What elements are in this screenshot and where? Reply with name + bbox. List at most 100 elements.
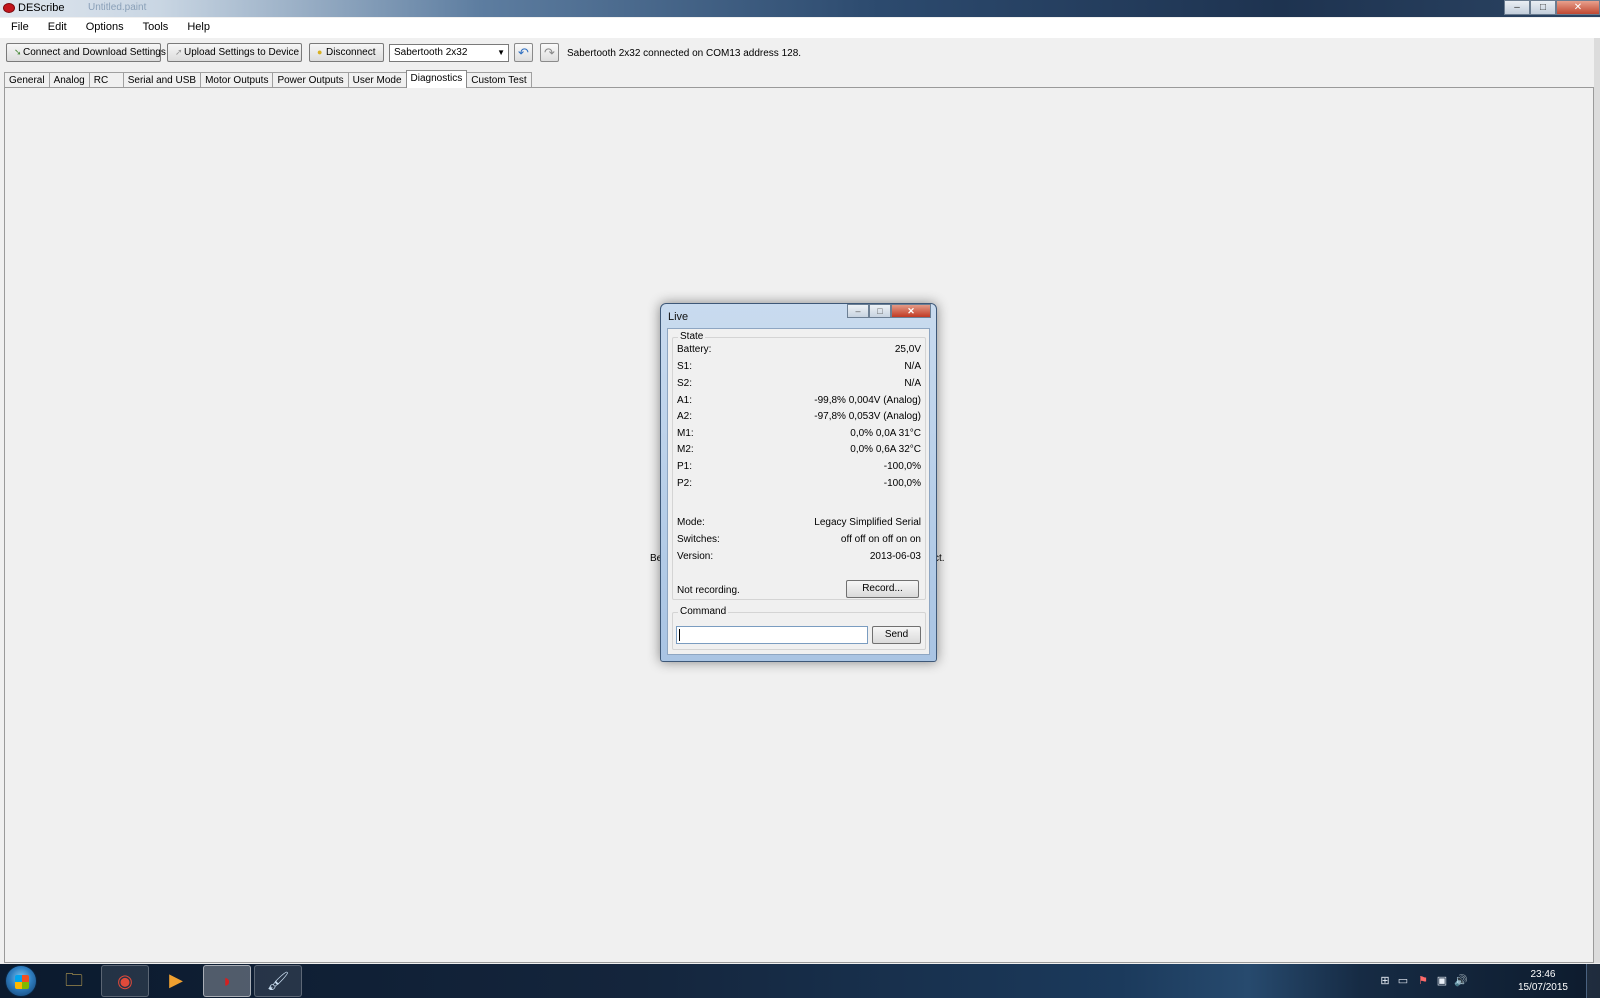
windows-flag-icon[interactable]: ⊞ — [1378, 974, 1392, 988]
state-key: M2: — [677, 444, 694, 455]
dropdown-arrow-icon: ▼ — [497, 48, 505, 57]
record-button[interactable]: Record... — [846, 580, 919, 598]
state-key: P2: — [677, 478, 693, 489]
volume-icon[interactable]: 🔊 — [1454, 974, 1468, 988]
tab-user-mode[interactable]: User Mode — [347, 72, 407, 88]
info-value: 2013-06-03 — [869, 551, 921, 562]
disconnect-icon: ● — [317, 47, 323, 57]
dialog-close-button[interactable]: ✕ — [891, 304, 931, 318]
disconnect-button[interactable]: ● Disconnect — [309, 43, 384, 62]
tab-custom-test[interactable]: Custom Test — [466, 72, 532, 88]
live-dialog: Live – □ ✕ State Battery: 25,0V S1: N/A … — [660, 303, 937, 662]
display-icon[interactable]: ▭ — [1396, 974, 1410, 988]
app-logo-icon — [3, 3, 15, 13]
info-value: Legacy Simplified Serial — [814, 517, 921, 528]
state-row-s1: S1: N/A — [677, 361, 921, 375]
state-row-a2: A2: -97,8% 0,053V (Analog) — [677, 411, 921, 425]
tab-serial-usb[interactable]: Serial and USB — [122, 72, 202, 88]
state-group-label: State — [678, 331, 706, 342]
background-window-title: Untitled.paint — [88, 2, 147, 13]
menu-file[interactable]: File — [0, 18, 37, 38]
dialog-minimize-button[interactable]: – — [847, 304, 869, 318]
device-select-value: Sabertooth 2x32 — [394, 47, 468, 58]
command-group: Command Send — [672, 606, 926, 650]
tab-analog[interactable]: Analog — [48, 72, 90, 88]
media-player-icon: ▶ — [169, 970, 183, 990]
menu-tools[interactable]: Tools — [132, 18, 177, 38]
window-controls: – □ ✕ — [1504, 0, 1600, 15]
state-value: -97,8% 0,053V (Analog) — [814, 411, 921, 422]
info-key: Version: — [677, 551, 714, 562]
tab-rc[interactable]: RC — [88, 72, 124, 88]
taskbar-describe-button[interactable]: ◗ — [203, 965, 251, 997]
state-value: -100,0% — [883, 461, 921, 472]
state-row-m1: M1: 0,0% 0,0A 31°C — [677, 428, 921, 442]
command-group-label: Command — [678, 606, 729, 617]
maximize-button[interactable]: □ — [1530, 0, 1556, 15]
paint-icon: 🖌 — [266, 971, 290, 991]
system-clock[interactable]: 23:46 15/07/2015 — [1518, 968, 1568, 994]
state-key: P1: — [677, 461, 693, 472]
connection-status: Sabertooth 2x32 connected on COM13 addre… — [567, 48, 802, 59]
info-key: Mode: — [677, 517, 705, 528]
taskbar-paint-button[interactable]: 🖌 — [254, 965, 302, 997]
tab-motor-outputs[interactable]: Motor Outputs — [200, 72, 274, 88]
dialog-title: Live — [668, 311, 689, 323]
info-row-switches: Switches: off off on off on on — [677, 534, 921, 548]
taskbar-explorer-button[interactable]: 🗀 — [50, 965, 98, 997]
window-right-edge — [1594, 38, 1600, 963]
close-button[interactable]: ✕ — [1556, 0, 1600, 15]
taskbar-media-player-button[interactable]: ▶ — [152, 965, 200, 997]
state-value: -99,8% 0,004V (Analog) — [814, 395, 921, 406]
dialog-maximize-button[interactable]: □ — [869, 304, 891, 318]
state-value: 0,0% 0,0A 31°C — [850, 428, 921, 439]
network-icon[interactable]: ▣ — [1435, 974, 1449, 988]
redo-button[interactable]: ↷ — [540, 43, 559, 62]
state-row-m2: M2: 0,0% 0,6A 32°C — [677, 444, 921, 458]
describe-app-icon: ◗ — [221, 971, 233, 991]
undo-button[interactable]: ↶ — [514, 43, 533, 62]
upload-arrow-icon: ➚ — [175, 47, 183, 57]
send-button[interactable]: Send — [872, 626, 921, 644]
info-key: Switches: — [677, 534, 720, 545]
tab-diagnostics[interactable]: Diagnostics — [405, 70, 468, 88]
state-value: 25,0V — [894, 344, 921, 355]
upload-settings-label: Upload Settings to Device — [184, 47, 300, 58]
start-button[interactable] — [5, 965, 37, 997]
state-row-p1: P1: -100,0% — [677, 461, 921, 475]
undo-icon: ↶ — [518, 45, 529, 60]
redo-icon: ↷ — [544, 45, 555, 60]
taskbar-chrome-button[interactable]: ◉ — [101, 965, 149, 997]
state-value: -100,0% — [883, 478, 921, 489]
connect-download-button[interactable]: ➘Connect and Download Settings — [6, 43, 166, 62]
show-desktop-button[interactable] — [1586, 964, 1600, 998]
tab-power-outputs[interactable]: Power Outputs — [272, 72, 349, 88]
toolbar: ➘Connect and Download Settings ➚Upload S… — [0, 40, 1600, 68]
state-key: S1: — [677, 361, 693, 372]
device-select[interactable]: Sabertooth 2x32 ▼ — [389, 44, 509, 62]
state-key: S2: — [677, 378, 693, 389]
clock-date: 15/07/2015 — [1517, 982, 1568, 993]
window-title: DEScribe — [18, 2, 65, 14]
tab-general[interactable]: General — [4, 72, 50, 88]
info-row-mode: Mode: Legacy Simplified Serial — [677, 517, 921, 531]
menu-options[interactable]: Options — [75, 18, 132, 38]
state-row-p2: P2: -100,0% — [677, 478, 921, 492]
state-value: N/A — [904, 378, 921, 389]
clock-time: 23:46 — [1530, 969, 1556, 980]
action-center-icon[interactable]: ⚑ — [1416, 974, 1430, 988]
menu-edit[interactable]: Edit — [37, 18, 75, 38]
file-explorer-icon: 🗀 — [65, 970, 83, 990]
upload-settings-button[interactable]: ➚Upload Settings to Device — [167, 43, 302, 62]
dialog-client-area: State Battery: 25,0V S1: N/A S2: N/A A1:… — [667, 328, 930, 655]
minimize-button[interactable]: – — [1504, 0, 1530, 15]
menu-bar: File Edit Options Tools Help — [0, 18, 1600, 38]
state-row-a1: A1: -99,8% 0,004V (Analog) — [677, 395, 921, 409]
disconnect-label: Disconnect — [326, 47, 376, 58]
tab-strip: General Analog RC Serial and USB Motor O… — [4, 70, 532, 88]
window-title-bar[interactable]: DEScribe Untitled.paint – □ ✕ — [0, 0, 1600, 17]
menu-help[interactable]: Help — [176, 18, 218, 38]
command-input[interactable] — [676, 626, 868, 644]
connect-download-label: Connect and Download Settings — [23, 47, 166, 58]
chrome-icon: ◉ — [117, 971, 133, 991]
